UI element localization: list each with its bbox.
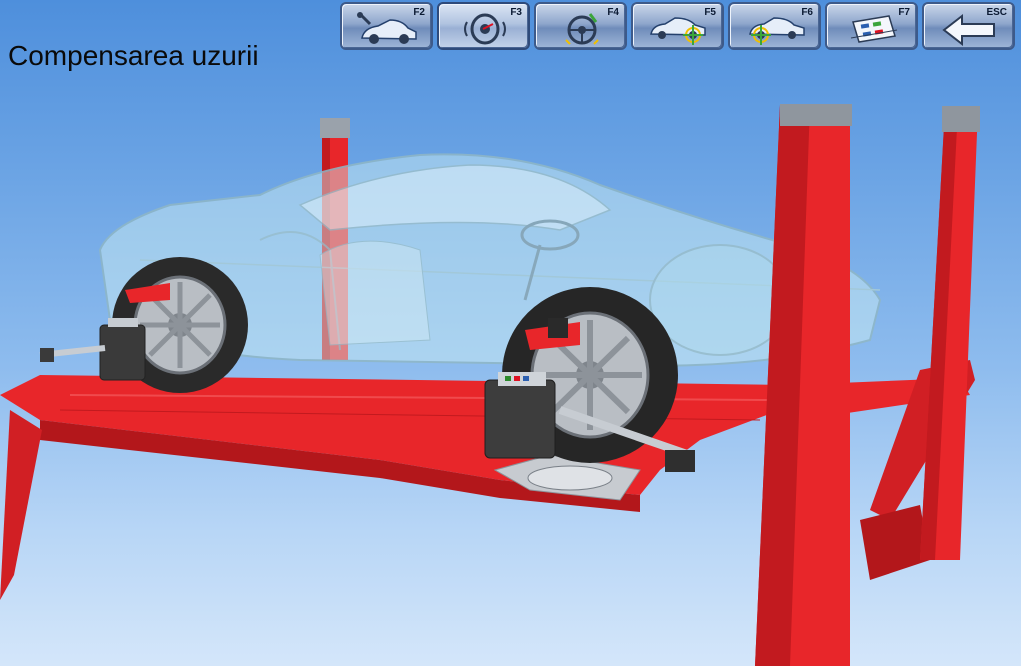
printout-report-icon (850, 15, 898, 43)
f7-button[interactable]: F7 (825, 2, 918, 50)
lift-post-front-right (755, 104, 852, 666)
back-arrow-icon (942, 13, 995, 46)
esc-button[interactable]: ESC (922, 2, 1015, 50)
steering-wheel-level-icon (565, 13, 599, 45)
lift-post-rear-right (920, 106, 980, 560)
car-with-tool-icon (357, 12, 417, 44)
rear-wheel-assembly (39, 257, 248, 393)
wheel-compensation-icon (464, 13, 506, 45)
f2-button[interactable]: F2 (340, 2, 433, 50)
f6-button[interactable]: F6 (728, 2, 821, 50)
alignment-screen: Compensarea uzurii F2 F3 F4 F5 F6 F7 ESC (0, 0, 1021, 666)
car-rear-axle-adjust-icon (749, 17, 805, 45)
f5-button[interactable]: F5 (631, 2, 724, 50)
function-key-toolbar: F2 F3 F4 F5 F6 F7 ESC (340, 2, 1015, 52)
page-title: Compensarea uzurii (8, 40, 259, 71)
lift-illustration (0, 104, 980, 666)
f4-button[interactable]: F4 (534, 2, 627, 50)
car-front-axle-adjust-icon (650, 17, 706, 45)
f3-button[interactable]: F3 (437, 2, 530, 50)
